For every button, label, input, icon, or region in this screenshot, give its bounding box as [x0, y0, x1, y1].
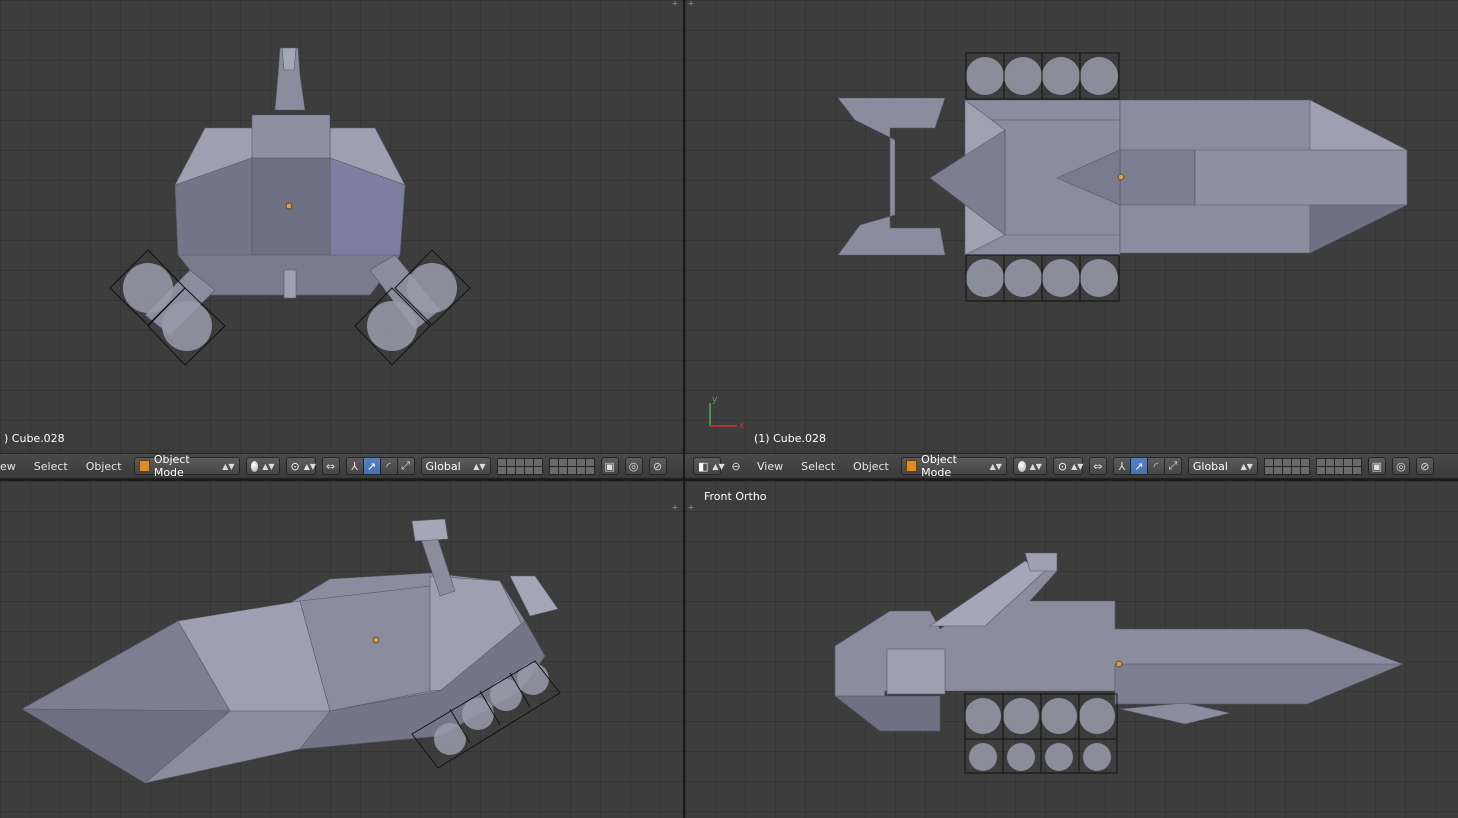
- manipulator-center-icon[interactable]: ⇔: [321, 457, 340, 475]
- dropdown-arrows-icon: ▲▼: [1240, 461, 1253, 471]
- orientation-label: Global: [425, 459, 461, 473]
- layers-grid[interactable]: [1315, 457, 1362, 475]
- orientation-dropdown[interactable]: Global ▲▼: [420, 457, 491, 475]
- svg-text:y: y: [712, 395, 718, 405]
- menu-view[interactable]: View: [751, 460, 789, 473]
- orientation-dropdown[interactable]: Global ▲▼: [1187, 457, 1258, 475]
- render-icon[interactable]: ◎: [624, 457, 643, 475]
- mode-label: Object Mode: [153, 453, 190, 479]
- dropdown-arrows-icon: ▲▼: [712, 461, 725, 471]
- mode-dropdown[interactable]: Object Mode ▲▼: [900, 453, 1007, 479]
- area-split-vertical[interactable]: [683, 0, 685, 818]
- menu-object[interactable]: Object: [80, 460, 128, 473]
- orientation-label: Global: [1192, 459, 1228, 473]
- area-corner-widget[interactable]: +: [686, 0, 696, 8]
- rotate-icon[interactable]: ◜: [379, 457, 398, 475]
- mode-dropdown[interactable]: Object Mode ▲▼: [133, 453, 240, 479]
- shading-dropdown[interactable]: ▲▼: [1012, 457, 1047, 475]
- dropdown-arrows-icon: ▲▼: [1029, 461, 1042, 471]
- layers-grid[interactable]: [548, 457, 595, 475]
- lock-layers-icon[interactable]: ▣: [600, 457, 619, 475]
- translate-icon[interactable]: ↗: [362, 457, 381, 475]
- dropdown-arrows-icon: ▲▼: [1071, 461, 1084, 471]
- area-corner-widget[interactable]: +: [670, 0, 680, 8]
- dropdown-arrows-icon: ▲▼: [262, 461, 275, 471]
- collapse-menu-icon[interactable]: ⊖: [727, 457, 745, 475]
- mesh-view-perspective: [20, 518, 561, 784]
- dropdown-arrows-icon: ▲▼: [303, 461, 317, 471]
- solid-shading-icon: [1017, 460, 1026, 472]
- dropdown-arrows-icon: ▲▼: [222, 461, 235, 471]
- menu-view[interactable]: ew: [0, 460, 22, 473]
- area-corner-widget[interactable]: +: [670, 504, 680, 512]
- pivot-dropdown[interactable]: ⊙ ▲▼: [1052, 457, 1084, 475]
- pivot-icon: ⊙: [1057, 459, 1068, 473]
- scale-icon[interactable]: ⤢: [1163, 457, 1182, 475]
- shading-dropdown[interactable]: ▲▼: [245, 457, 280, 475]
- manipulator-center-icon[interactable]: ⇔: [1088, 457, 1107, 475]
- lock-layers-icon[interactable]: ▣: [1367, 457, 1386, 475]
- area-corner-widget[interactable]: +: [686, 504, 696, 512]
- solid-shading-icon: [250, 460, 259, 472]
- layers-grid[interactable]: [1263, 457, 1310, 475]
- menu-select[interactable]: Select: [28, 460, 74, 473]
- viewport-top-right[interactable]: y x (1) Cube.028: [685, 0, 1458, 453]
- snap-icon[interactable]: ⊘: [648, 457, 667, 475]
- active-object-label: ) Cube.028: [4, 432, 65, 445]
- manipulator-group: ⅄ ↗ ◜ ⤢: [345, 457, 415, 475]
- editor-type-dropdown[interactable]: ◧ ▲▼: [693, 457, 725, 475]
- translate-icon[interactable]: ↗: [1129, 457, 1148, 475]
- menu-object[interactable]: Object: [847, 460, 895, 473]
- active-object-label: (1) Cube.028: [754, 432, 826, 445]
- viewport-bottom-right[interactable]: Front Ortho: [685, 481, 1458, 818]
- manipulator-toggle-icon[interactable]: ⅄: [345, 457, 364, 475]
- viewport-header-left: ew Select Object Object Mode ▲▼ ▲▼ ⊙ ▲▼ …: [0, 453, 683, 479]
- menu-select[interactable]: Select: [795, 460, 841, 473]
- mesh-view-side: y x: [709, 52, 1408, 431]
- manipulator-group: ⅄ ↗ ◜ ⤢: [1112, 457, 1182, 475]
- viewport-bottom-left[interactable]: [0, 481, 683, 818]
- layers-grid[interactable]: [496, 457, 543, 475]
- axis-gizmo: y x: [709, 395, 745, 431]
- pivot-dropdown[interactable]: ⊙ ▲▼: [285, 457, 317, 475]
- dropdown-arrows-icon: ▲▼: [989, 461, 1002, 471]
- scale-icon[interactable]: ⤢: [396, 457, 415, 475]
- svg-text:x: x: [739, 421, 745, 431]
- object-mode-icon: [905, 460, 918, 472]
- viewport-top-left[interactable]: ) Cube.028: [0, 0, 683, 453]
- dropdown-arrows-icon: ▲▼: [473, 461, 486, 471]
- area-split-horizontal[interactable]: [0, 479, 1458, 481]
- mesh-view-front: [834, 552, 1404, 774]
- object-mode-icon: [138, 460, 150, 472]
- snap-icon[interactable]: ⊘: [1415, 457, 1434, 475]
- manipulator-toggle-icon[interactable]: ⅄: [1112, 457, 1131, 475]
- 3d-view-icon: ◧: [698, 459, 709, 473]
- pivot-icon: ⊙: [290, 459, 300, 473]
- viewport-header-right: ◧ ▲▼ ⊖ View Select Object Object Mode ▲▼…: [685, 453, 1458, 479]
- rotate-icon[interactable]: ◜: [1146, 457, 1165, 475]
- mesh-view-top: [109, 47, 471, 366]
- mode-label: Object Mode: [921, 453, 957, 479]
- render-icon[interactable]: ◎: [1391, 457, 1410, 475]
